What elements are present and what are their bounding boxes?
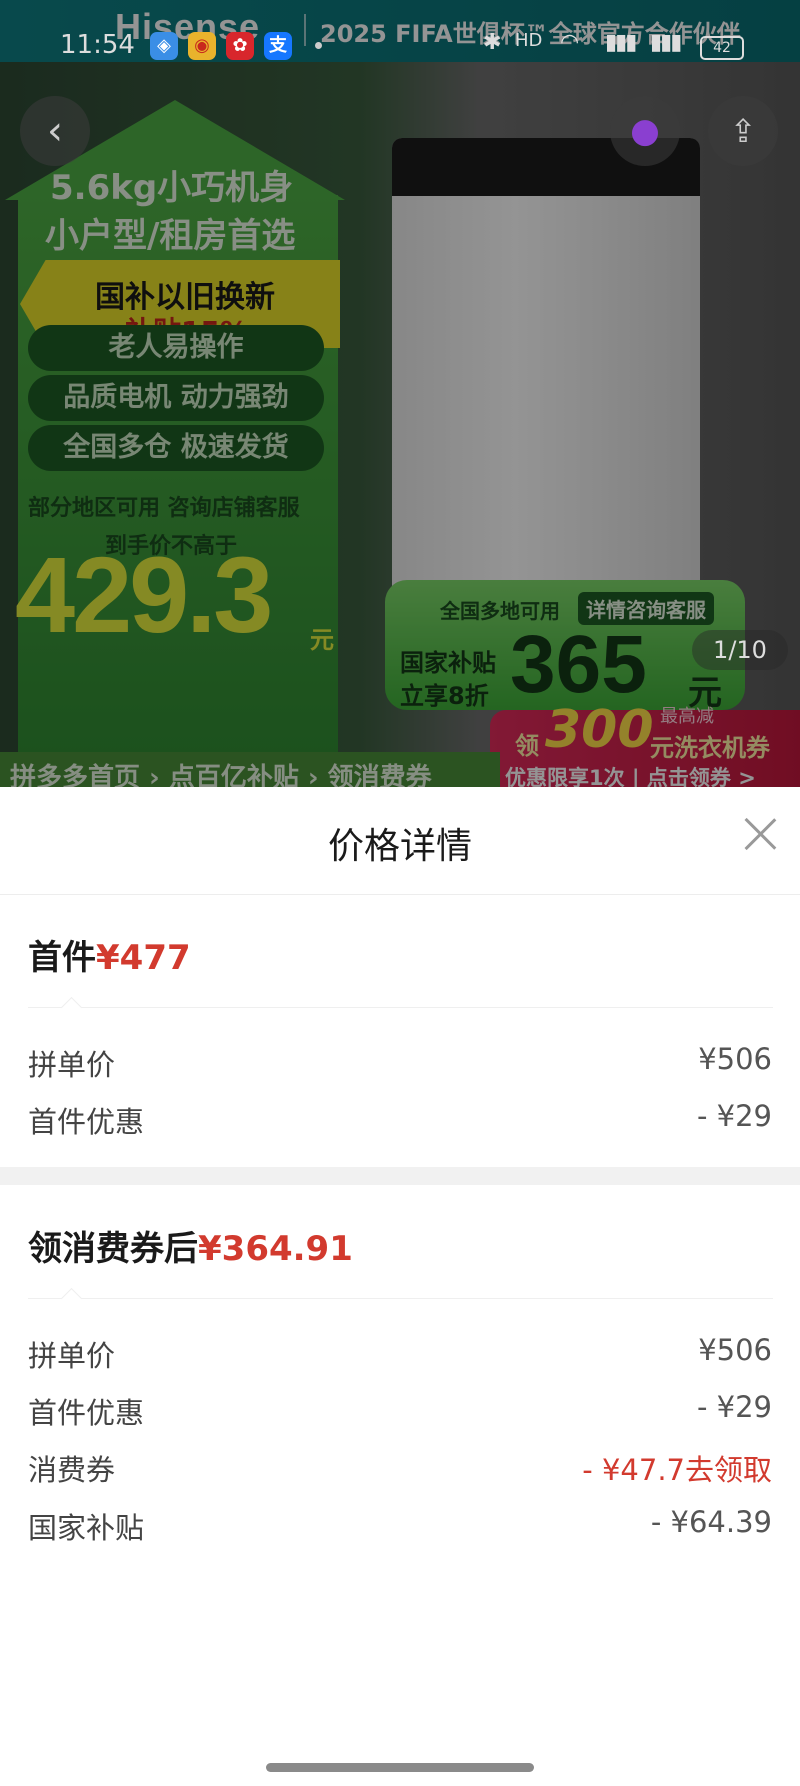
status-bar: 11:54 ◈ ◉ ✿ 支 ✱ HD ◠ ▮▮▮ ▮▮▮ 42 [0,0,800,90]
coupon-text: 元洗衣机券 [650,734,770,762]
back-button[interactable]: ‹ [20,96,90,166]
section-separator [0,1167,800,1185]
signal-icon: ▮▮▮ [650,30,682,55]
row-value: - ¥64.39 [650,1505,772,1539]
weibo-app-icon: ◉ [188,32,216,60]
coupon-prefix: 领 [515,732,539,760]
bluetooth-icon: ✱ [483,30,502,55]
share-button[interactable]: ⇪ [708,96,778,166]
after-coupon-price-title: 领消费券后¥364.91 [28,1221,353,1270]
row-label: 拼单价 [28,1048,116,1082]
divider [28,1298,773,1299]
row-label: 拼单价 [28,1339,116,1373]
row-value: - ¥29 [696,1099,772,1133]
notification-dot-icon [315,42,322,49]
feature-pill: 老人易操作 [28,325,324,371]
alipay-app-icon: 支 [264,32,292,60]
coupon-subtext: 优惠限享1次 | 点击领券 > [505,766,756,787]
row-label: 首件优惠 [28,1396,145,1430]
row-value: - ¥29 [696,1390,772,1424]
promo-poster: 5.6kg小巧机身 小户型/租房首选 国补以旧换新 补贴15% 老人易操作 品质… [0,100,345,787]
poster-subheadline: 小户型/租房首选 [45,216,296,256]
coupon-max-label: 最高减 [660,706,714,727]
section-price: ¥477 [96,938,191,978]
product-image-carousel[interactable]: Hisense 2025 FIFA世俱杯™全球官方合作伙伴 5.6kg小巧机身 … [0,0,800,787]
section-label: 领消费券后 [28,1229,198,1269]
price-details-sheet: 价格详情 首件¥477 拼单价 ¥506 首件优惠 - ¥29 领消费券后¥36… [0,787,800,1786]
poster-price-unit: 元 [310,626,334,654]
promo-price: 365 [510,619,647,710]
image-counter: 1/10 [692,630,788,670]
maps-app-icon: ◈ [150,32,178,60]
row-label: 国家补贴 [28,1511,145,1545]
section-price: ¥364.91 [198,1229,353,1269]
row-label: 消费券 [28,1453,116,1487]
claim-coupon-link[interactable]: - ¥47.7去领取 [582,1447,772,1489]
row-value: ¥506 [698,1333,772,1367]
poster-price: 429.3 [15,534,273,655]
divider [28,1007,773,1008]
promo-label: 立享8折 [400,682,489,710]
guide-strip-text: 拼多多首页 › 点百亿补贴 › 领消费券 [10,763,432,787]
washing-machine-image [392,138,700,628]
feature-pill: 全国多仓 极速发货 [28,425,324,471]
row-label: 首件优惠 [28,1105,145,1139]
pointer-notch [60,996,83,1019]
battery-icon: 42 [700,36,744,60]
divider [0,894,800,895]
poster-headline: 5.6kg小巧机身 [50,168,294,208]
row-value: ¥506 [698,1042,772,1076]
section-label: 首件 [28,938,96,978]
pointer-notch [60,1287,83,1310]
feature-pill: 品质电机 动力强劲 [28,375,324,421]
signal-icon: ▮▮▮ [605,30,637,55]
poster-note: 部分地区可用 咨询店铺客服 [28,496,300,521]
sheet-title: 价格详情 [327,826,472,867]
wifi-icon: ◠ [560,30,580,55]
hd-icon: HD [515,30,543,51]
promo-label: 国家补贴 [400,649,496,677]
status-time: 11:54 [60,30,135,60]
close-icon[interactable] [735,809,785,859]
share-group-icon[interactable]: ● [610,96,680,166]
home-indicator[interactable] [266,1763,534,1772]
pinduoduo-app-icon: ✿ [226,32,254,60]
first-item-price-title: 首件¥477 [28,930,191,979]
coupon-amount: 300 [545,700,654,760]
